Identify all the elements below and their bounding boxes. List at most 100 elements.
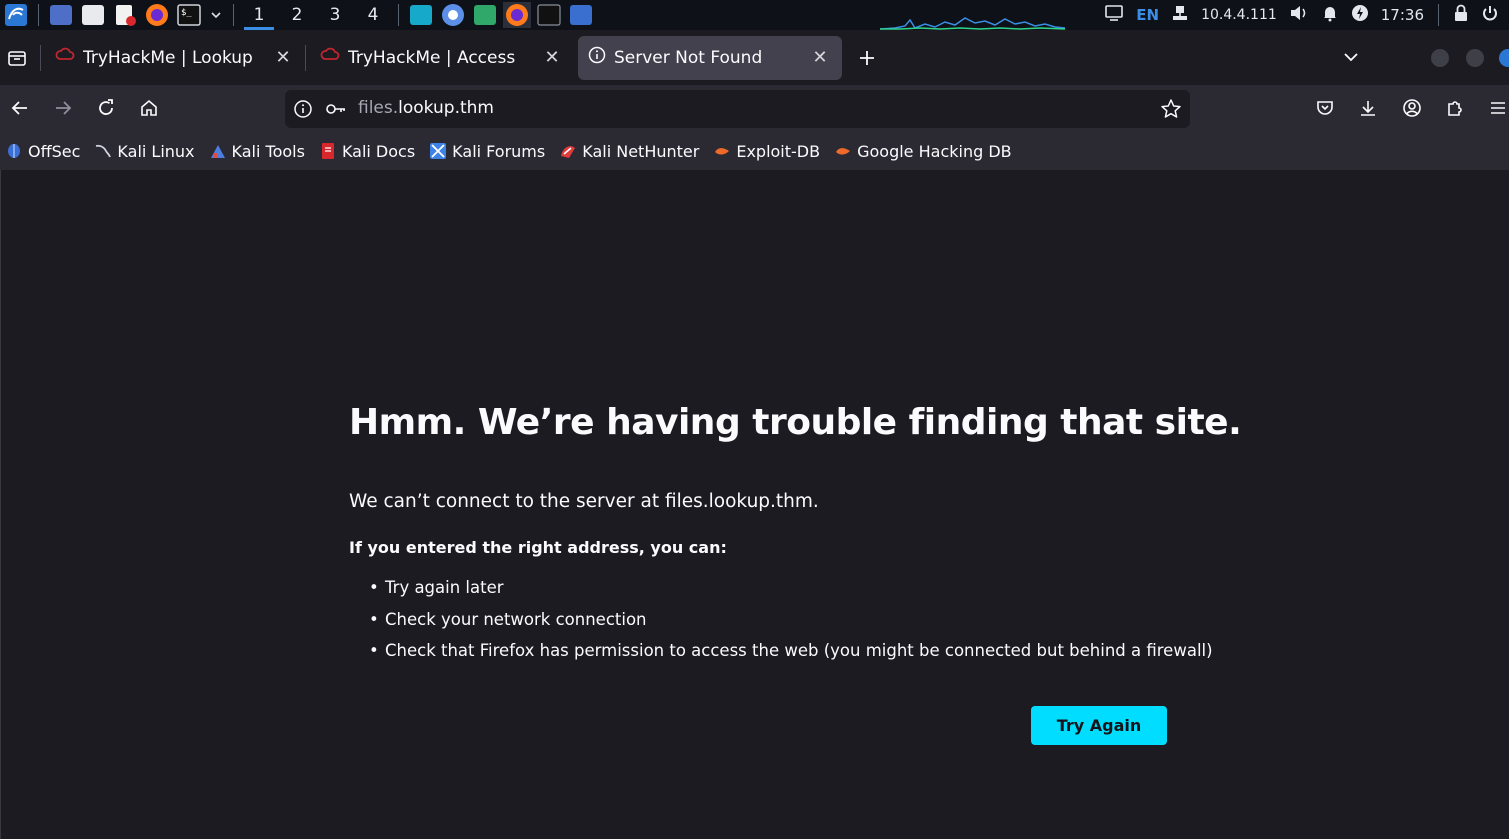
url-subdomain: files.	[358, 98, 399, 118]
offsec-icon	[5, 142, 23, 160]
kali-forums-icon	[429, 142, 447, 160]
keyboard-layout[interactable]: EN	[1136, 6, 1159, 24]
url-domain: lookup.thm	[398, 98, 494, 118]
workspace-2[interactable]: 2	[278, 0, 316, 30]
tab-label: TryHackMe | Access	[348, 47, 516, 68]
tab-tryhackme-access[interactable]: TryHackMe | Access ✕	[310, 36, 574, 80]
bookmark-kali-docs[interactable]: Kali Docs	[319, 142, 415, 161]
app-taskbar-icon[interactable]	[471, 2, 499, 28]
close-icon[interactable]: ✕	[273, 47, 293, 68]
kali-top-panel: $_ 1 2 3 4 EN 10.4.4.111 17:36	[0, 0, 1509, 30]
close-icon[interactable]: ✕	[810, 47, 830, 68]
bookmark-star-icon[interactable]	[1160, 98, 1182, 124]
error-description: We can’t connect to the server at files.…	[349, 491, 819, 512]
panel-separator	[233, 4, 234, 26]
panel-separator	[1438, 4, 1439, 26]
chevron-down-icon[interactable]	[207, 2, 225, 28]
kali-dragon-icon	[94, 142, 112, 160]
firefox-view-button[interactable]	[2, 43, 32, 73]
app-menu-button[interactable]	[1480, 90, 1509, 126]
key-icon[interactable]	[325, 99, 347, 123]
info-icon	[588, 46, 606, 69]
bookmark-offsec[interactable]: OffSec	[5, 142, 80, 161]
terminal-taskbar-icon[interactable]	[535, 2, 563, 28]
lock-screen-icon[interactable]	[1453, 4, 1469, 26]
list-all-tabs-button[interactable]	[1338, 44, 1364, 70]
list-item: Try again later	[369, 576, 1213, 608]
bookmark-kali-tools[interactable]: Kali Tools	[209, 142, 305, 161]
account-button[interactable]	[1394, 90, 1430, 126]
workspace-4[interactable]: 4	[354, 0, 392, 30]
back-button[interactable]	[2, 90, 38, 126]
notification-bell-icon[interactable]	[1321, 4, 1339, 26]
tab-label: TryHackMe | Lookup	[83, 47, 253, 68]
minimize-window-button[interactable]	[1431, 49, 1449, 67]
svg-text:$_: $_	[181, 8, 192, 18]
error-title: Hmm. We’re having trouble finding that s…	[349, 402, 1242, 443]
chromium-taskbar-icon[interactable]	[439, 2, 467, 28]
tryhackme-icon	[320, 46, 340, 69]
volume-icon[interactable]	[1289, 4, 1309, 26]
kali-docs-icon	[319, 142, 337, 160]
bookmark-exploit-db[interactable]: Exploit-DB	[713, 142, 820, 161]
pocket-button[interactable]	[1307, 90, 1343, 126]
kali-menu-icon[interactable]	[2, 2, 30, 28]
bookmark-label: Kali Forums	[452, 141, 546, 161]
close-window-button[interactable]	[1499, 49, 1509, 67]
panel-separator	[38, 4, 39, 26]
file-manager-icon[interactable]	[79, 2, 107, 28]
panel-separator	[398, 4, 399, 26]
url-text[interactable]: files.lookup.thm	[358, 98, 494, 118]
list-item: Check your network connection	[369, 608, 1213, 640]
cpu-graph-icon	[880, 17, 1065, 30]
tab-label: Server Not Found	[614, 47, 763, 68]
tab-server-not-found[interactable]: Server Not Found ✕	[578, 35, 842, 80]
bookmark-google-hacking-db[interactable]: Google Hacking DB	[834, 142, 1012, 161]
tab-separator	[40, 44, 41, 71]
network-icon[interactable]	[1171, 4, 1189, 26]
downloads-button[interactable]	[1350, 90, 1386, 126]
bookmark-kali-nethunter[interactable]: Kali NetHunter	[559, 142, 699, 161]
tab-separator	[305, 44, 306, 71]
downloads-taskbar-icon[interactable]	[567, 2, 595, 28]
tab-strip: TryHackMe | Lookup ✕ TryHackMe | Access …	[0, 30, 1509, 85]
try-again-button[interactable]: Try Again	[1031, 706, 1167, 745]
bookmark-kali-linux[interactable]: Kali Linux	[94, 141, 195, 161]
clock[interactable]: 17:36	[1381, 6, 1424, 24]
terminal-launcher-icon[interactable]: $_	[175, 2, 203, 28]
suggestion-list: Try again later Check your network conne…	[369, 576, 1213, 671]
bookmarks-toolbar: OffSec Kali Linux Kali Tools Kali Docs K…	[0, 132, 1509, 170]
tryhackme-icon	[55, 46, 75, 69]
workspace-3[interactable]: 3	[316, 0, 354, 30]
power-icon[interactable]	[1481, 4, 1499, 26]
new-tab-button[interactable]	[850, 41, 884, 75]
navigation-toolbar: files.lookup.thm	[0, 85, 1509, 132]
site-info-icon[interactable]	[293, 99, 313, 123]
url-bar[interactable]: files.lookup.thm	[285, 90, 1190, 128]
extensions-button[interactable]	[1437, 90, 1473, 126]
display-icon[interactable]	[1104, 4, 1124, 26]
home-button[interactable]	[131, 90, 167, 126]
power-manager-icon[interactable]	[1351, 4, 1369, 26]
forward-button[interactable]	[45, 90, 81, 126]
reload-button[interactable]	[88, 90, 124, 126]
ip-address: 10.4.4.111	[1201, 7, 1277, 23]
bookmark-label: Exploit-DB	[736, 141, 821, 161]
firefox-taskbar-icon[interactable]	[503, 2, 531, 28]
workspace-1[interactable]: 1	[240, 0, 278, 30]
system-tray: EN 10.4.4.111 17:36	[1104, 0, 1509, 30]
text-editor-icon[interactable]	[111, 2, 139, 28]
tab-tryhackme-lookup[interactable]: TryHackMe | Lookup ✕	[45, 36, 305, 80]
ghdb-icon	[834, 142, 852, 160]
bookmark-kali-forums[interactable]: Kali Forums	[429, 142, 545, 161]
show-desktop-icon[interactable]	[47, 2, 75, 28]
close-icon[interactable]: ✕	[542, 47, 562, 68]
nethunter-icon	[559, 142, 577, 160]
firefox-launcher-icon[interactable]	[143, 2, 171, 28]
bookmark-label: Kali Linux	[117, 141, 195, 161]
maximize-window-button[interactable]	[1466, 49, 1484, 67]
bookmark-label: Kali NetHunter	[582, 141, 700, 161]
list-item: Check that Firefox has permission to acc…	[369, 639, 1213, 671]
page-content: Hmm. We’re having trouble finding that s…	[0, 170, 1509, 839]
burp-taskbar-icon[interactable]	[407, 2, 435, 28]
